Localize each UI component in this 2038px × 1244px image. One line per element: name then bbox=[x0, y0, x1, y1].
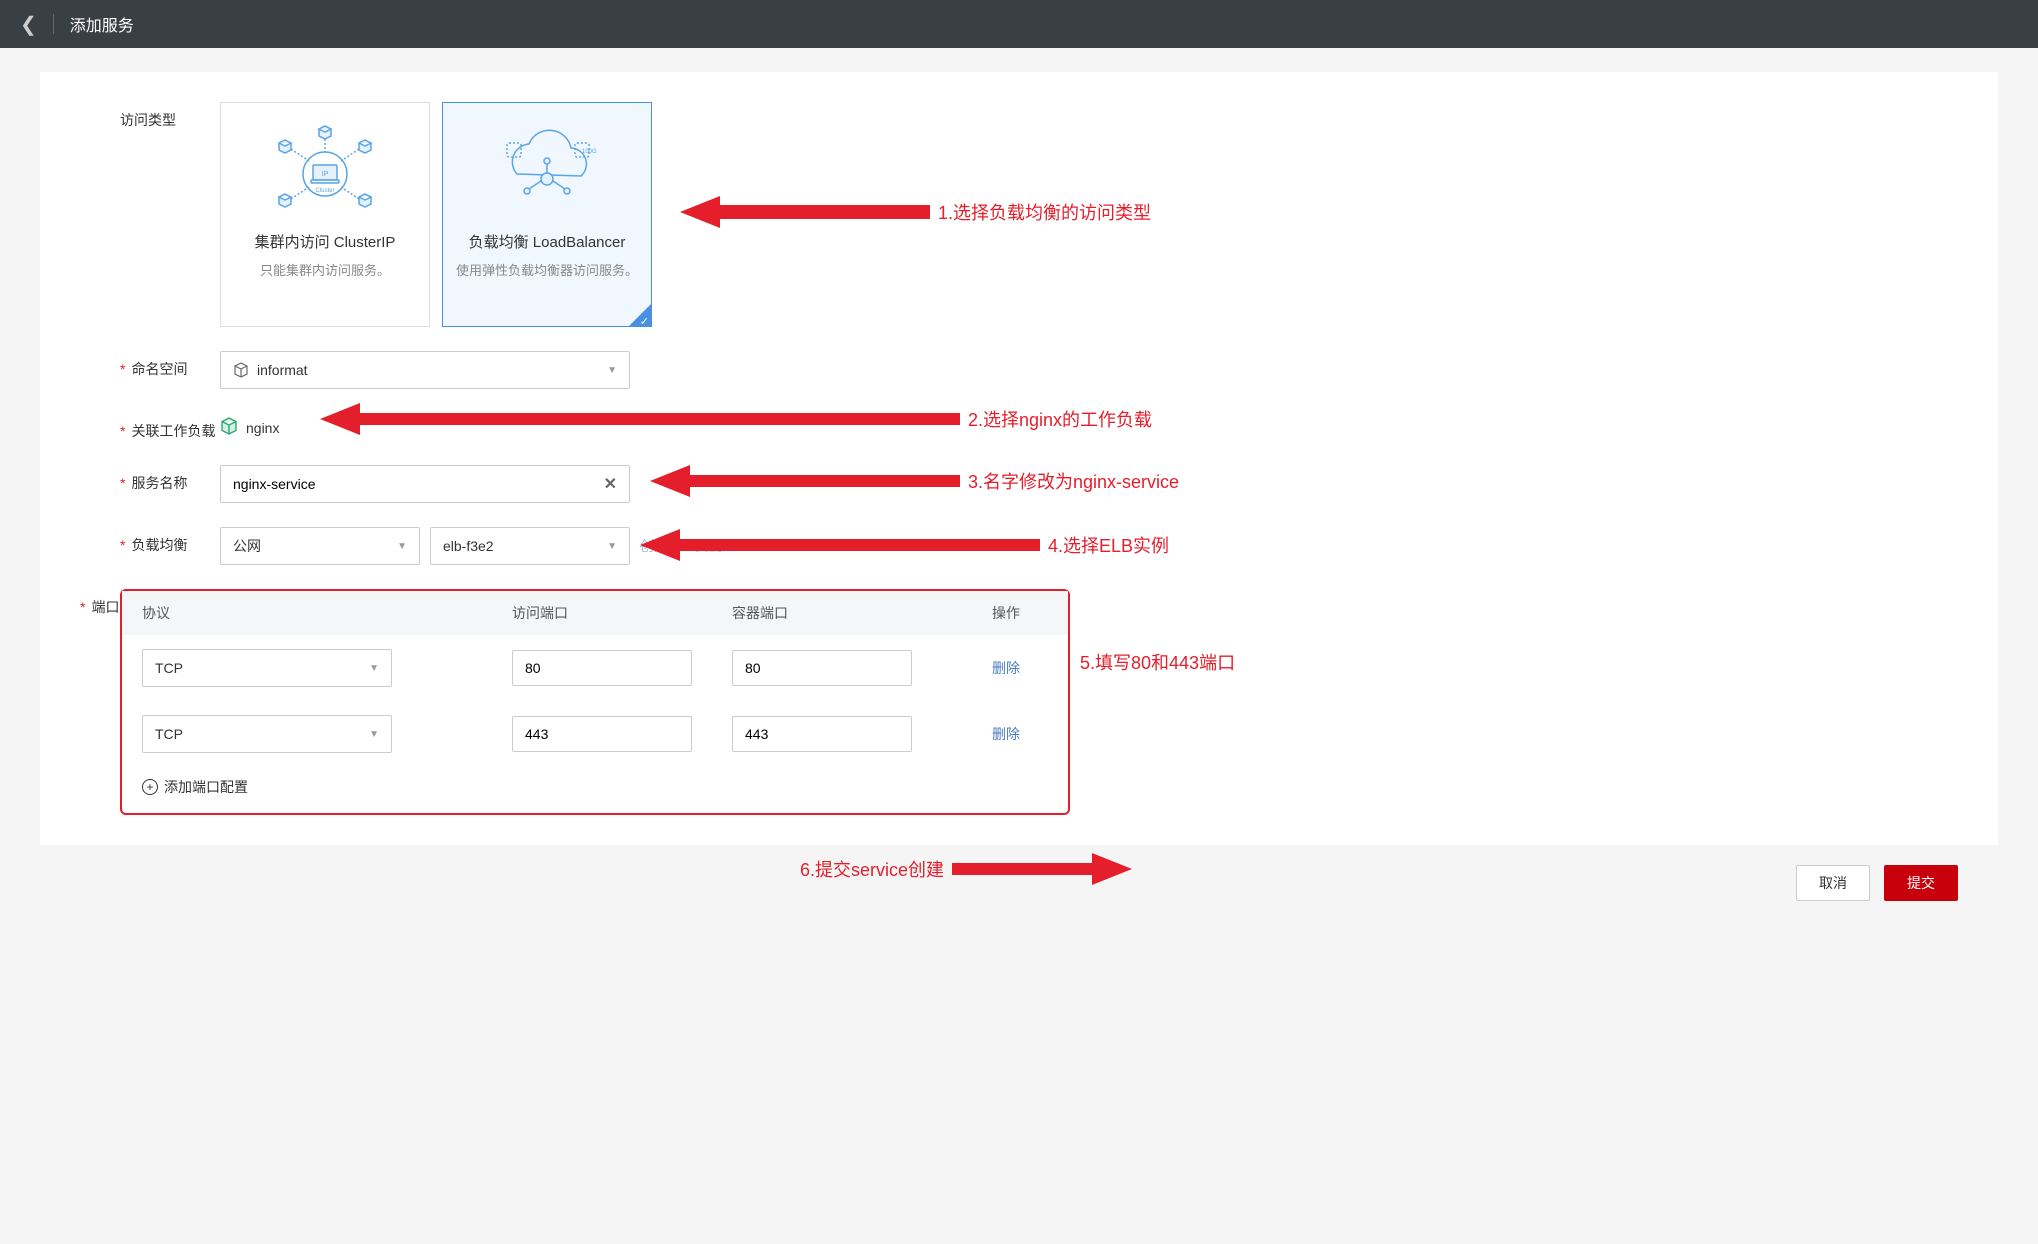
submit-button[interactable]: 提交 bbox=[1884, 865, 1958, 901]
col-protocol: 协议 bbox=[142, 603, 512, 623]
lb-instance-select[interactable]: elb-f3e2 ▼ bbox=[430, 527, 630, 565]
chevron-down-icon: ▼ bbox=[607, 365, 617, 376]
back-icon[interactable]: ❮ bbox=[20, 12, 37, 37]
port-table: 协议 访问端口 容器端口 操作 TCP▼ 删除 TCP▼ bbox=[120, 589, 1070, 815]
cancel-button[interactable]: 取消 bbox=[1796, 865, 1870, 901]
service-name-input-wrapper: ✕ bbox=[220, 465, 630, 503]
annotation-1: 1.选择负载均衡的访问类型 bbox=[680, 192, 1151, 232]
cluster-ip-icon: IP Cluster bbox=[255, 119, 395, 219]
port-table-header: 协议 访问端口 容器端口 操作 bbox=[122, 591, 1068, 635]
load-balancer-icon: 100G bbox=[477, 119, 617, 219]
label-lb: 负载均衡 bbox=[120, 527, 220, 555]
annotation-2: 2.选择nginx的工作负载 bbox=[320, 399, 1152, 439]
card-load-balancer[interactable]: 100G 负载均衡 LoadBalancer 使用弹性负载均衡器访问服务。 bbox=[442, 102, 652, 327]
add-port-label: 添加端口配置 bbox=[164, 777, 248, 797]
svg-text:IP: IP bbox=[322, 171, 329, 178]
delete-port-link[interactable]: 删除 bbox=[992, 726, 1020, 742]
lb-instance-value: elb-f3e2 bbox=[443, 538, 494, 554]
col-access-port: 访问端口 bbox=[512, 603, 732, 623]
workload-cube-icon bbox=[220, 417, 238, 438]
namespace-select[interactable]: informat ▼ bbox=[220, 351, 630, 389]
plus-icon: + bbox=[142, 779, 158, 795]
card-lb-desc: 使用弹性负载均衡器访问服务。 bbox=[456, 260, 638, 279]
add-port-button[interactable]: + 添加端口配置 bbox=[122, 767, 1068, 813]
label-workload: 关联工作负载 bbox=[120, 413, 220, 441]
access-port-input[interactable] bbox=[512, 716, 692, 752]
card-lb-title: 负载均衡 LoadBalancer bbox=[469, 231, 626, 252]
annotation-3: 3.名字修改为nginx-service bbox=[650, 461, 1179, 501]
svg-text:100G: 100G bbox=[582, 149, 597, 155]
card-cluster-ip-desc: 只能集群内访问服务。 bbox=[260, 260, 390, 279]
card-cluster-ip[interactable]: IP Cluster bbox=[220, 102, 430, 327]
svg-text:Cluster: Cluster bbox=[315, 188, 334, 194]
card-cluster-ip-title: 集群内访问 ClusterIP bbox=[255, 231, 396, 252]
access-port-input[interactable] bbox=[512, 650, 692, 686]
label-access-type: 访问类型 bbox=[120, 102, 220, 130]
port-row: TCP▼ 删除 bbox=[122, 701, 1068, 767]
lb-scope-value: 公网 bbox=[233, 536, 261, 556]
chevron-down-icon: ▼ bbox=[369, 729, 379, 740]
workload-value: nginx bbox=[246, 420, 279, 436]
chevron-down-icon: ▼ bbox=[369, 663, 379, 674]
col-action: 操作 bbox=[992, 603, 1048, 623]
container-port-input[interactable] bbox=[732, 650, 912, 686]
chevron-down-icon: ▼ bbox=[607, 541, 617, 552]
delete-port-link[interactable]: 删除 bbox=[992, 660, 1020, 676]
col-container-port: 容器端口 bbox=[732, 603, 992, 623]
annotation-4: 4.选择ELB实例 bbox=[640, 525, 1169, 565]
annotation-6: 6.提交service创建 bbox=[800, 849, 1132, 889]
protocol-select[interactable]: TCP▼ bbox=[142, 715, 392, 753]
divider bbox=[53, 14, 54, 34]
chevron-down-icon: ▼ bbox=[397, 541, 407, 552]
service-name-input[interactable] bbox=[233, 476, 604, 492]
label-namespace: 命名空间 bbox=[120, 351, 220, 379]
form-panel: 访问类型 IP Cluster bbox=[40, 72, 1998, 845]
label-service-name: 服务名称 bbox=[120, 465, 220, 493]
protocol-select[interactable]: TCP▼ bbox=[142, 649, 392, 687]
cube-icon bbox=[233, 362, 249, 378]
container-port-input[interactable] bbox=[732, 716, 912, 752]
annotation-5: 5.填写80和443端口 bbox=[1080, 649, 1235, 675]
lb-scope-select[interactable]: 公网 ▼ bbox=[220, 527, 420, 565]
clear-icon[interactable]: ✕ bbox=[604, 474, 617, 494]
namespace-value: informat bbox=[257, 362, 308, 378]
topbar: ❮ 添加服务 bbox=[0, 0, 2038, 48]
port-row: TCP▼ 删除 bbox=[122, 635, 1068, 701]
footer: 6.提交service创建 取消 提交 bbox=[40, 845, 1998, 921]
page-title: 添加服务 bbox=[70, 12, 134, 36]
